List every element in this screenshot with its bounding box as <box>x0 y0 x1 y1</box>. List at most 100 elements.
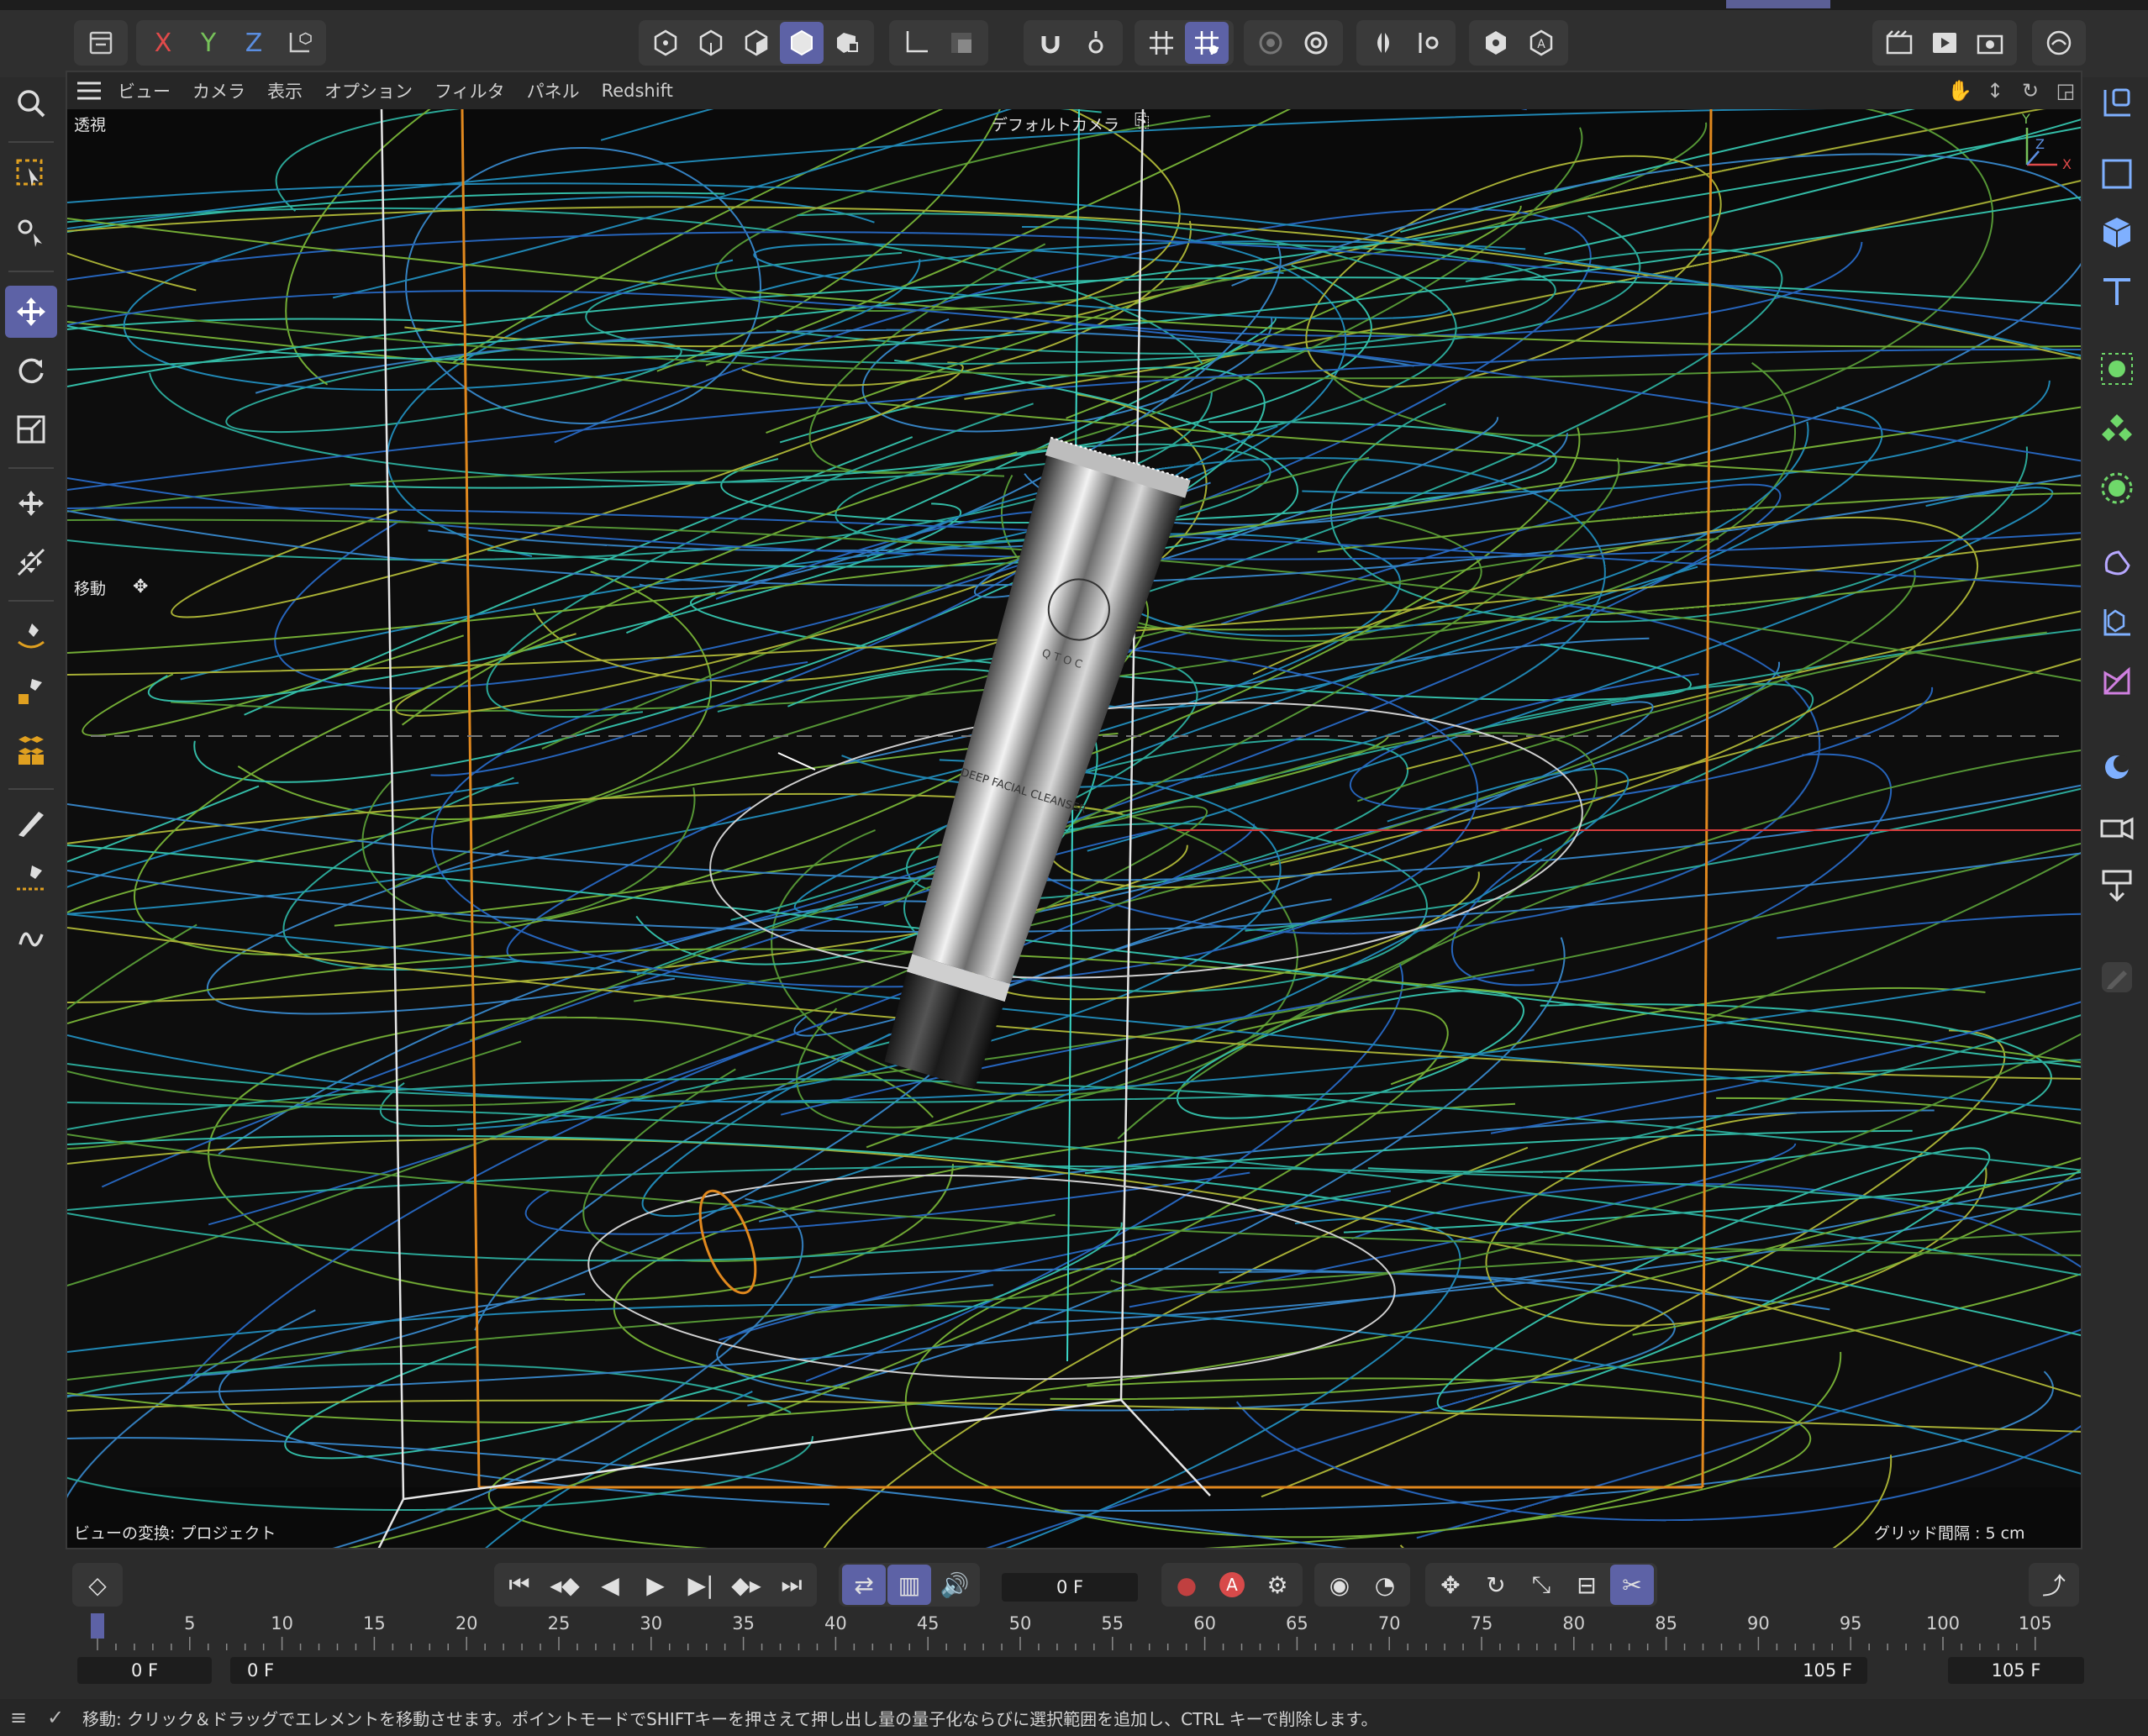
points-mode-icon[interactable] <box>734 22 778 64</box>
playhead[interactable] <box>91 1613 104 1639</box>
render-view-icon[interactable] <box>1923 22 1966 64</box>
cloner-icon[interactable] <box>5 724 57 776</box>
menu-filter[interactable]: フィルタ <box>434 78 505 103</box>
spline-smooth-icon[interactable] <box>5 911 57 963</box>
live-selection-icon[interactable] <box>5 148 57 200</box>
coordinate-system-icon[interactable] <box>277 22 321 64</box>
generator-icon[interactable] <box>2091 655 2143 708</box>
undo-history-icon[interactable] <box>79 22 123 64</box>
field-icon[interactable] <box>2091 597 2143 649</box>
render-settings-icon[interactable] <box>1968 22 2012 64</box>
move-tool-icon[interactable] <box>5 286 57 338</box>
magnet-icon[interactable] <box>1029 22 1072 64</box>
axis-y-toggle[interactable]: Y <box>187 22 230 64</box>
menu-redshift[interactable]: Redshift <box>602 81 673 101</box>
knife-tool-icon[interactable] <box>5 852 57 904</box>
point-level-icon[interactable]: ✂ <box>1610 1565 1654 1605</box>
previous-frame-icon[interactable]: ◀ <box>588 1565 632 1605</box>
deformer-icon[interactable] <box>2091 538 2143 590</box>
null-object-icon[interactable] <box>2091 77 2143 129</box>
brush-icon[interactable] <box>5 797 57 849</box>
range-start-field[interactable]: 0 F <box>77 1657 212 1684</box>
axis-x-toggle[interactable]: X <box>141 22 185 64</box>
previous-key-icon[interactable]: ◂◆ <box>543 1565 587 1605</box>
current-frame-field[interactable]: 0 F <box>1002 1573 1138 1602</box>
environment-icon[interactable] <box>2091 741 2143 793</box>
uv-mode-icon[interactable] <box>825 22 869 64</box>
range-end-field[interactable]: 105 F <box>1948 1657 2084 1684</box>
play-icon[interactable]: ▶ <box>634 1565 677 1605</box>
soft-settings-icon[interactable] <box>1294 22 1338 64</box>
tool-settings-icon[interactable] <box>5 207 57 259</box>
layout-switch-icon[interactable] <box>2037 22 2081 64</box>
snap-settings-icon[interactable] <box>1074 22 1118 64</box>
symmetry-settings-icon[interactable] <box>1407 22 1450 64</box>
projection-label[interactable]: 透視 <box>74 113 106 135</box>
record-settings-icon[interactable]: ⚙ <box>1256 1565 1299 1605</box>
key-mode-icon[interactable]: ◉ <box>1318 1565 1361 1605</box>
mesh-mode-icon[interactable] <box>689 22 733 64</box>
loop-icon[interactable]: ⇄ <box>842 1565 886 1605</box>
mograph-cloner-icon[interactable] <box>2091 403 2143 455</box>
cube-icon[interactable] <box>2091 207 2143 259</box>
menu-view[interactable]: ビュー <box>118 78 171 103</box>
camera-link-icon[interactable]: ⎘ <box>1135 111 1150 132</box>
placement-tool-icon[interactable] <box>5 536 57 588</box>
light-object-icon[interactable] <box>2091 859 2143 911</box>
transform-tool-icon[interactable] <box>5 477 57 529</box>
model-mode-icon[interactable] <box>644 22 687 64</box>
frame-rate-icon[interactable]: ▥ <box>887 1565 931 1605</box>
keyframe-diamond-icon[interactable]: ◇ <box>76 1565 119 1605</box>
go-to-end-icon[interactable]: ⏭ <box>770 1565 813 1605</box>
polygons-mode-icon[interactable] <box>780 22 824 64</box>
timeline-ruler[interactable]: 0510152025303540455055606570758085909510… <box>66 1613 2082 1652</box>
effector-icon[interactable] <box>2091 462 2143 514</box>
scale-tool-icon[interactable] <box>5 403 57 455</box>
particle-emitter-icon[interactable] <box>2091 343 2143 395</box>
viewport-menu-icon[interactable] <box>72 72 106 109</box>
rotate-tool-icon[interactable] <box>5 345 57 397</box>
zoom-arrows-icon[interactable]: ↕ <box>1982 77 2008 104</box>
pan-hand-icon[interactable]: ✋ <box>1946 77 1973 104</box>
rotation-track-icon[interactable]: ↻ <box>1474 1565 1518 1605</box>
menu-display[interactable]: 表示 <box>267 78 303 103</box>
auto-workplane-icon[interactable]: A <box>1519 22 1563 64</box>
3d-viewport[interactable]: ビュー カメラ 表示 オプション フィルタ パネル Redshift ✋ ↕ ↻… <box>66 71 2082 1549</box>
render-region-icon[interactable] <box>1877 22 1921 64</box>
menu-panel[interactable]: パネル <box>527 78 580 103</box>
range-slider[interactable]: 0 F 105 F <box>230 1657 1867 1684</box>
autokey-icon[interactable]: A <box>1210 1565 1254 1605</box>
spline-rectangle-icon[interactable] <box>2091 148 2143 200</box>
workplane-snap-icon[interactable] <box>1185 22 1229 64</box>
status-menu-icon[interactable]: ≡ <box>0 1699 37 1736</box>
camera-label[interactable]: デフォルトカメラ <box>992 113 1119 135</box>
search-icon[interactable] <box>5 77 57 129</box>
spline-sketch-icon[interactable] <box>5 665 57 718</box>
camera-object-icon[interactable] <box>2091 800 2143 852</box>
axis-mode-icon[interactable] <box>894 22 938 64</box>
go-to-start-icon[interactable]: ⏮ <box>498 1565 541 1605</box>
position-track-icon[interactable]: ✥ <box>1429 1565 1472 1605</box>
scale-track-icon[interactable]: ⤡ <box>1519 1565 1563 1605</box>
record-icon[interactable]: ● <box>1165 1565 1208 1605</box>
edit-object-icon[interactable] <box>2091 951 2143 1003</box>
tweak-mode-icon[interactable] <box>940 22 983 64</box>
text-spline-icon[interactable] <box>2091 266 2143 318</box>
symmetry-icon[interactable] <box>1361 22 1405 64</box>
lock-workplane-icon[interactable] <box>1474 22 1518 64</box>
sound-icon[interactable]: 🔊 <box>933 1565 977 1605</box>
next-key-icon[interactable]: ◆▸ <box>724 1565 768 1605</box>
fcurve-editor-icon[interactable]: ⤴ <box>2032 1565 2076 1605</box>
orbit-icon[interactable]: ↻ <box>2017 77 2044 104</box>
soft-selection-icon[interactable] <box>1249 22 1292 64</box>
viewport-scene[interactable]: QTOC DEEP FACIAL CLEANSER 透視 デフォルトカメラ ⎘ … <box>67 109 2081 1548</box>
parameter-track-icon[interactable]: ⊟ <box>1565 1565 1608 1605</box>
axis-z-toggle[interactable]: Z <box>232 22 276 64</box>
next-frame-icon[interactable]: ▶| <box>679 1565 723 1605</box>
spline-pen-icon[interactable] <box>5 610 57 662</box>
key-interpolation-icon[interactable]: ◔ <box>1363 1565 1407 1605</box>
menu-camera[interactable]: カメラ <box>192 78 245 103</box>
menu-options[interactable]: オプション <box>324 78 413 103</box>
maximize-view-icon[interactable]: ◲ <box>2052 77 2079 104</box>
grid-snap-icon[interactable] <box>1140 22 1183 64</box>
